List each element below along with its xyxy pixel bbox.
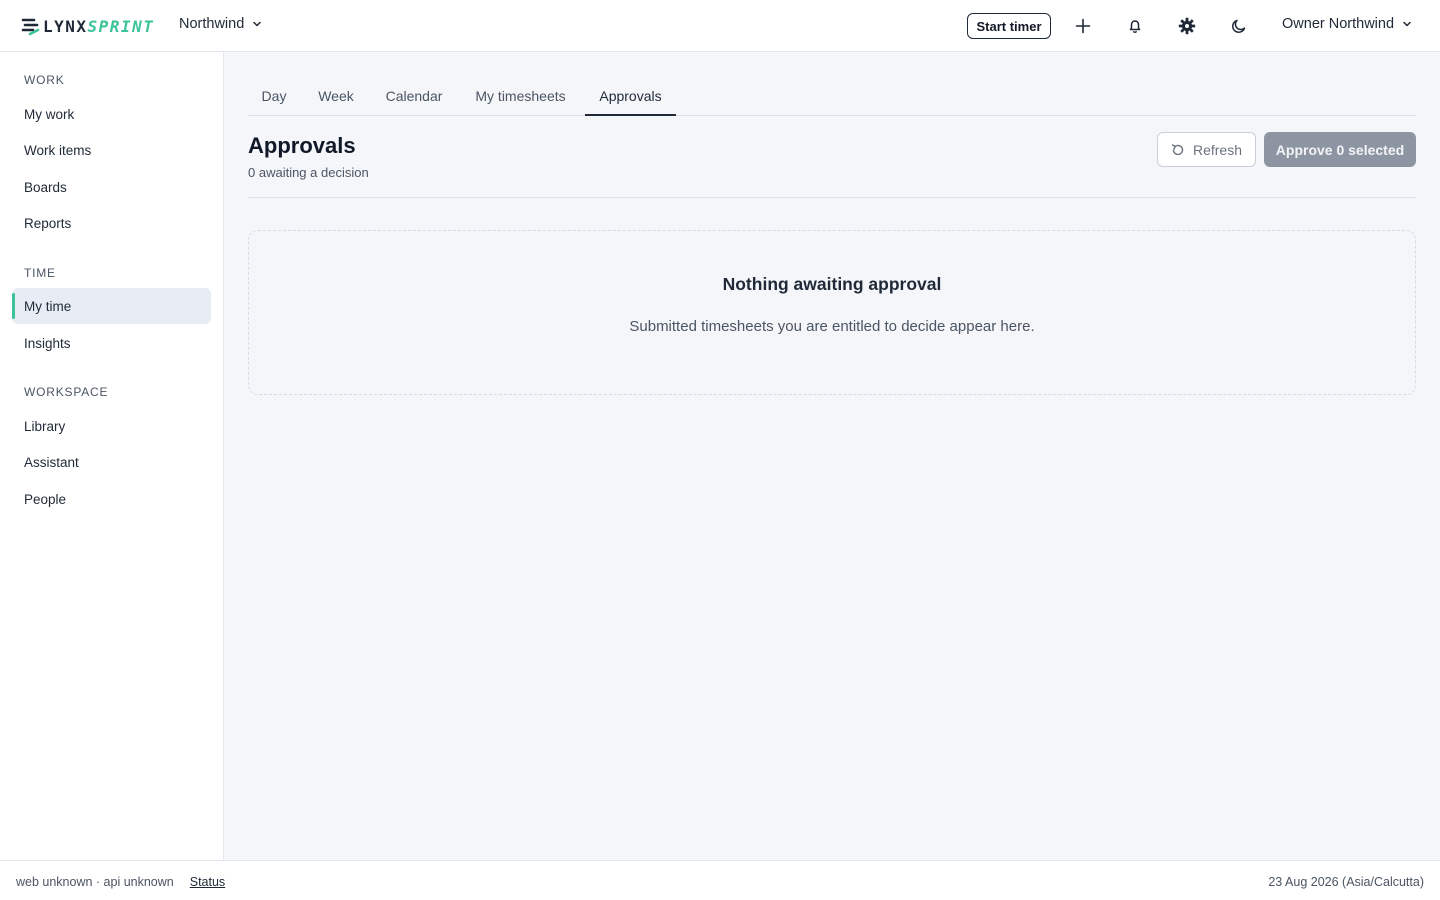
chevron-down-icon [1403,21,1411,27]
empty-state-title: Nothing awaiting approval [722,274,942,294]
start-timer-button[interactable]: Start timer [967,13,1051,39]
org-switcher[interactable]: Northwind [179,16,262,32]
sidebar-item-my-time[interactable]: My time [12,288,211,324]
chevron-down-icon [253,21,262,27]
moon-icon[interactable] [1227,14,1251,38]
user-menu[interactable]: Owner Northwind [1282,16,1412,32]
org-name: Northwind [179,16,245,32]
tab-approvals[interactable]: Approvals [585,77,676,116]
bell-icon[interactable] [1123,14,1147,38]
lynx-logo-icon [21,18,40,36]
tab-day[interactable]: Day [248,77,300,115]
refresh-button[interactable]: Refresh [1157,132,1256,167]
sidebar: WORK My work Work items Boards Reports T… [0,52,224,860]
refresh-icon [1171,143,1184,155]
sidebar-section-workspace: WORKSPACE [24,385,109,399]
brand-logo[interactable]: LYNXSPRINT [20,15,154,37]
empty-state-description: Submitted timesheets you are entitled to… [629,318,1035,335]
sidebar-item-work-items[interactable]: Work items [12,132,211,168]
approve-selected-button[interactable]: Approve 0 selected [1264,132,1416,167]
footer-date: 23 Aug 2026 (Asia/Calcutta) [1268,875,1424,889]
refresh-label: Refresh [1192,141,1243,158]
page-subtitle: 0 awaiting a decision [248,165,369,180]
empty-state: Nothing awaiting approval Submitted time… [248,230,1416,395]
status-link[interactable]: Status [190,875,225,889]
tab-calendar[interactable]: Calendar [372,77,456,115]
header-divider [248,197,1416,198]
brand-name-accent: SPRINT [87,16,155,36]
tab-my-timesheets[interactable]: My timesheets [460,77,581,115]
plus-icon[interactable] [1071,14,1095,38]
footer: web unknown · api unknown Status 23 Aug … [0,860,1440,900]
sidebar-item-library[interactable]: Library [12,408,211,444]
sidebar-item-assistant[interactable]: Assistant [12,444,211,480]
brand-name-primary: LYNX [43,16,88,36]
sidebar-item-boards[interactable]: Boards [12,169,211,205]
top-bar: LYNXSPRINT Northwind Start timer Owner N… [0,0,1440,52]
user-name: Owner Northwind [1282,16,1395,32]
sidebar-item-insights[interactable]: Insights [12,325,211,361]
tab-bar: Day Week Calendar My timesheets Approval… [248,77,1416,116]
sidebar-item-my-work[interactable]: My work [12,96,211,132]
page-title: Approvals [248,133,356,158]
sidebar-section-work: WORK [24,73,65,87]
sidebar-section-time: TIME [24,266,56,280]
version-info: web unknown · api unknown [16,875,174,889]
tab-week[interactable]: Week [304,77,368,115]
sidebar-item-people[interactable]: People [12,481,211,517]
gear-icon[interactable] [1175,14,1199,38]
sidebar-item-reports[interactable]: Reports [12,205,211,241]
